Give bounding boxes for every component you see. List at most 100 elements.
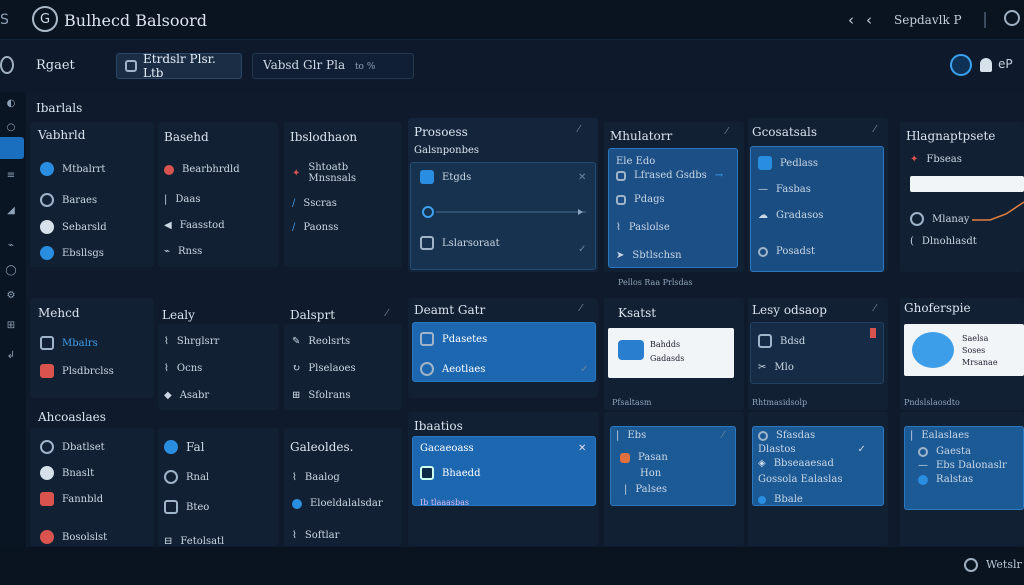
rail-grid-icon[interactable]: ⊞ [0, 320, 22, 336]
list-item[interactable]: ◀ Faasstod [164, 220, 225, 231]
tab-active[interactable]: Etrdslr Plsr. Ltb [116, 52, 242, 80]
circle-icon [758, 430, 768, 441]
expand-icon[interactable]: ⁄ [726, 126, 728, 137]
list-item[interactable]: Lslarsoraat [420, 236, 500, 250]
chat-icon[interactable] [950, 54, 972, 76]
expand-icon[interactable]: ⁄ [722, 430, 724, 441]
list-item[interactable]: ⌁ Rnss [164, 246, 202, 257]
rail-arrow-icon[interactable]: ↲ [0, 350, 22, 366]
help-icon[interactable] [1004, 10, 1020, 26]
expand-icon[interactable]: ⁄ [874, 124, 876, 135]
list-item[interactable]: Etgds [420, 170, 471, 184]
chevron-down-icon[interactable]: ✓ [580, 364, 588, 375]
user-icon[interactable] [980, 58, 992, 72]
list-item[interactable]: Hon [640, 468, 661, 479]
list-item[interactable]: ⌇ Shrglsrr [164, 336, 219, 347]
list-item[interactable]: Pdags [616, 194, 665, 205]
rail-home-icon[interactable]: ◐ [0, 98, 22, 114]
back-chevron-icon[interactable]: ‹ [848, 11, 854, 29]
list-item[interactable]: Fannbld [40, 492, 103, 506]
tab-secondary[interactable]: Vabsd Glr Pla to % [252, 53, 414, 79]
list-item[interactable]: | Ebs [616, 430, 646, 441]
list-item[interactable]: ⊞ Sfolrans [292, 390, 350, 401]
rail-settings-icon[interactable]: ⚙ [0, 290, 22, 306]
rail-clock-icon[interactable]: ◯ [0, 265, 22, 281]
menu-icon[interactable] [0, 56, 14, 74]
list-item[interactable]: ✂ Mlo [758, 362, 794, 373]
rail-dot-icon[interactable]: ○ [0, 122, 22, 138]
list-item[interactable]: (Dlnohlasdt [910, 236, 977, 247]
list-item[interactable]: Bosolslst [40, 530, 107, 544]
list-item[interactable]: ⌇ Softlar [292, 530, 339, 541]
list-item[interactable]: Pdasetes [420, 332, 487, 346]
list-item[interactable]: Mlanay [910, 212, 969, 226]
expand-icon[interactable]: ⁄ [580, 303, 582, 314]
list-item[interactable]: ✦ Shtoatb Mnsnsals [292, 162, 392, 184]
list-item[interactable]: Pasan [620, 452, 668, 463]
list-item[interactable]: ◈ Bbseaaesad [758, 458, 834, 469]
collapse-caret-icon[interactable]: ⁄ [386, 308, 388, 319]
list-item[interactable]: ✦ Fbseas [910, 154, 962, 165]
settings-icon[interactable] [964, 558, 978, 572]
list-item[interactable]: Aeotlaes [420, 362, 485, 376]
rail-link-icon[interactable]: ⌁ [0, 240, 22, 256]
image-icon [758, 156, 772, 170]
list-item[interactable]: ◆ Asabr [164, 390, 209, 401]
list-item[interactable]: Bearbhrdld [164, 164, 240, 175]
list-item[interactable]: Dbatlset [40, 440, 105, 454]
list-item[interactable]: ⌇ Paslolse [616, 222, 670, 233]
list-item[interactable]: Gaesta [918, 446, 971, 457]
panel-footer: Pellos Raa Prlsdas [618, 278, 693, 287]
footer-label[interactable]: Wetslr [986, 558, 1022, 571]
close-icon[interactable]: ✕ [578, 172, 586, 183]
list-item[interactable]: Eloeldalalsdar [292, 498, 383, 509]
expand-icon[interactable]: ⁄ [874, 303, 876, 314]
list-item[interactable]: | Daas [164, 194, 200, 205]
list-item[interactable]: Bnaslt [40, 466, 94, 480]
list-item[interactable]: Baraes [40, 193, 97, 207]
search-label[interactable]: Sepdavlk P [894, 13, 962, 27]
list-item[interactable]: Sebarsld [40, 220, 107, 234]
more-icon[interactable]: eP [998, 57, 1013, 71]
list-item[interactable]: Posadst [758, 246, 815, 257]
list-item[interactable]: Dlastos ✓ [758, 444, 866, 455]
list-item[interactable]: — Ebs Dalonaslr [918, 460, 1007, 471]
list-item[interactable]: Mbalrs [40, 336, 98, 350]
list-item[interactable]: Bhaedd [420, 466, 480, 480]
forward-chevron-icon[interactable]: ‹ [866, 11, 872, 29]
list-item[interactable]: Bdsd [758, 334, 805, 348]
list-item[interactable]: Gossola Ealaslas [758, 474, 842, 485]
list-item[interactable]: ↻ Plselaoes [292, 363, 356, 374]
list-item[interactable]: Ralstas [918, 474, 973, 485]
list-item[interactable]: ➤ Sbtlschsn [616, 250, 682, 261]
list-item[interactable]: ⌇ Baalog [292, 472, 340, 483]
input-field[interactable] [910, 176, 1024, 192]
list-item[interactable]: Pedlass [758, 156, 818, 170]
list-item[interactable]: Ebsllsgs [40, 246, 104, 260]
chevron-down-icon[interactable]: ✓ [578, 244, 586, 255]
list-item[interactable]: / Paonss [292, 222, 338, 233]
expand-icon[interactable]: ⁄ [578, 124, 580, 135]
list-item[interactable]: ⌇ Ocns [164, 363, 202, 374]
list-item[interactable]: ⊟ Fetolsatl [164, 536, 224, 547]
rail-item-active[interactable] [0, 137, 24, 159]
list-item[interactable]: ☁ Gradasos [758, 210, 823, 221]
list-item[interactable]: Mtbalrrt [40, 162, 105, 176]
list-item[interactable]: ✎ Reolsrts [292, 336, 350, 347]
list-item[interactable]: Plsdbrclss [40, 364, 114, 378]
list-item[interactable]: | Ealaslaes [910, 430, 969, 441]
list-item[interactable]: Ele Edo [616, 156, 655, 167]
list-item[interactable]: / Sscras [292, 198, 337, 209]
list-item[interactable]: — Fasbas [758, 184, 811, 195]
list-item[interactable]: Fal [164, 440, 205, 454]
rail-list-icon[interactable]: ≡ [0, 170, 22, 186]
close-icon[interactable]: ✕ [578, 443, 586, 454]
list-item[interactable]: Sfasdas [758, 430, 815, 441]
list-item[interactable]: Lfrased Gsdbs → [616, 170, 723, 181]
list-item[interactable]: Bteo [164, 500, 209, 514]
list-item[interactable]: Bbale [758, 494, 803, 505]
list-item[interactable]: Rnal [164, 470, 209, 484]
rail-chart-icon[interactable]: ◢ [0, 205, 22, 221]
edge-icon[interactable]: S [0, 12, 9, 28]
list-item[interactable]: | Palses [624, 484, 667, 495]
